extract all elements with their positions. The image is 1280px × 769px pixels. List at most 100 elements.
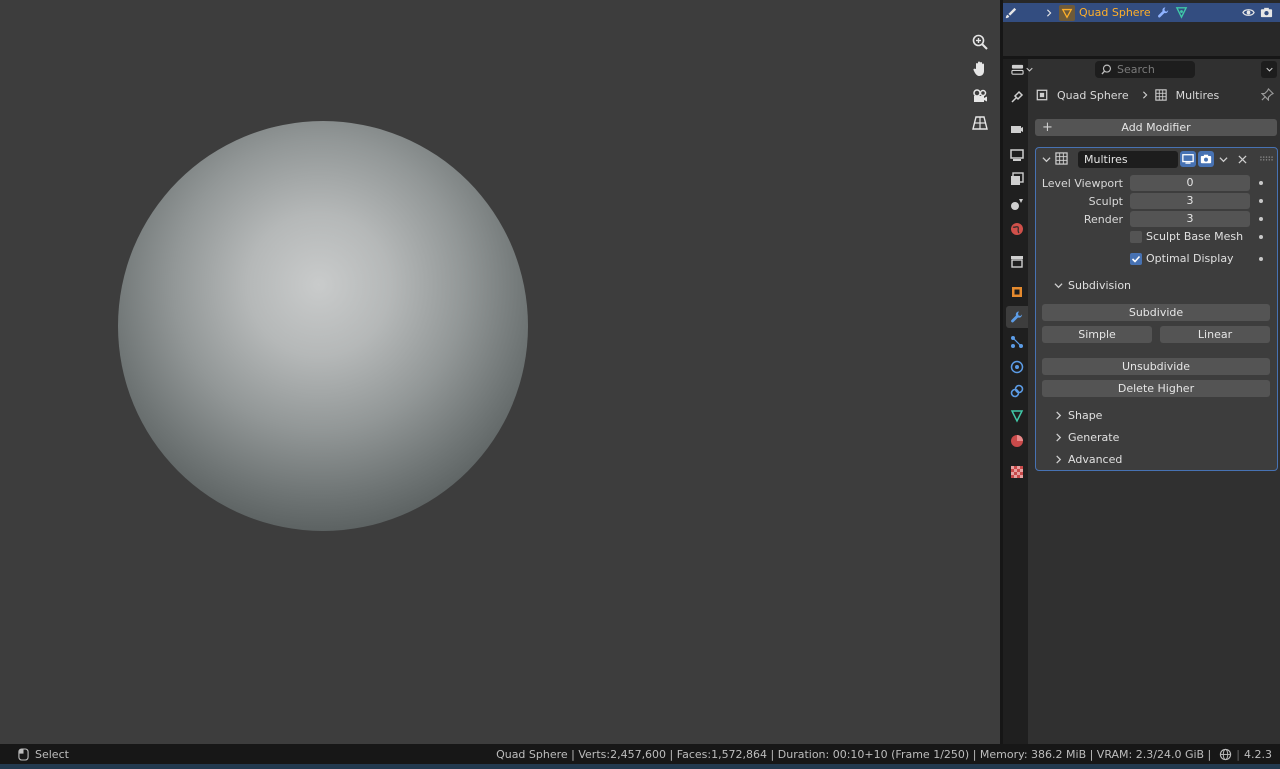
multires-modifier-icon (1154, 89, 1167, 101)
close-icon[interactable] (1238, 155, 1247, 164)
unsubdivide-button[interactable]: Unsubdivide (1042, 358, 1270, 375)
3d-viewport[interactable] (0, 0, 1000, 744)
tab-output[interactable] (1006, 144, 1028, 166)
eye-icon[interactable] (1240, 5, 1256, 21)
sculpt-level-label: Sculpt (1088, 195, 1123, 208)
properties-main: Search Quad Sphere Multires + Add Modifi… (1011, 59, 1280, 744)
window-bottom-edge (0, 764, 1280, 769)
chevron-right-icon (1056, 455, 1062, 464)
status-bar: Select Quad Sphere | Verts:2,457,600 | F… (0, 744, 1280, 764)
tab-scene[interactable] (1006, 193, 1028, 215)
scene-statistics: Quad Sphere | Verts:2,457,600 | Faces:1,… (496, 747, 1212, 761)
search-icon (1101, 64, 1112, 75)
breadcrumb-object: Quad Sphere (1057, 88, 1129, 102)
level-viewport-field[interactable]: 0 (1130, 175, 1250, 191)
options-dropdown-button[interactable] (1261, 61, 1277, 78)
render-camera-icon[interactable] (1258, 5, 1274, 21)
chevron-right-icon (1142, 91, 1148, 99)
show-in-viewport-toggle[interactable] (1180, 151, 1196, 167)
drag-handle-icon[interactable] (1260, 156, 1273, 162)
chevron-right-icon[interactable] (1041, 5, 1057, 21)
tab-tool[interactable] (1006, 86, 1028, 108)
modifier-name-field[interactable]: Multires (1078, 151, 1178, 168)
chevron-down-icon (1265, 67, 1273, 72)
multires-modifier-panel: Multires Level Viewport 0 Sculpt 3 Rende… (1035, 147, 1278, 471)
breadcrumb-modifier: Multires (1175, 88, 1220, 102)
render-level-field[interactable]: 3 (1130, 211, 1250, 227)
status-select-label: Select (35, 747, 69, 761)
plus-icon: + (1042, 120, 1053, 135)
status-right: Quad Sphere | Verts:2,457,600 | Faces:1,… (496, 747, 1272, 761)
optimal-display-checkbox[interactable] (1130, 253, 1142, 265)
camera-view-icon[interactable] (968, 84, 992, 108)
render-level-label: Render (1083, 213, 1123, 226)
add-modifier-button[interactable]: + Add Modifier (1035, 119, 1277, 136)
wrench-icon[interactable] (1155, 5, 1171, 21)
viewport-navigation-gizmos (968, 30, 992, 138)
chevron-right-icon (1056, 433, 1062, 442)
monitor-icon (1182, 154, 1194, 164)
tab-constraints[interactable] (1006, 380, 1028, 402)
shape-label: Shape (1068, 409, 1103, 422)
sculpt-level-field[interactable]: 3 (1130, 193, 1250, 209)
advanced-label: Advanced (1068, 453, 1123, 466)
tab-object-data[interactable] (1006, 405, 1028, 427)
properties-tabs (1003, 59, 1028, 744)
tab-modifiers[interactable] (1006, 306, 1028, 328)
optimal-display-label: Optimal Display (1146, 252, 1234, 265)
collapse-chevron-icon[interactable] (1042, 155, 1051, 164)
subdivision-label: Subdivision (1068, 279, 1132, 292)
properties-editor: Search Quad Sphere Multires + Add Modifi… (1003, 59, 1280, 744)
search-placeholder: Search (1117, 63, 1155, 76)
zoom-icon[interactable] (968, 30, 992, 54)
brush-icon[interactable] (1003, 5, 1019, 21)
outliner-row-quad-sphere[interactable]: Quad Sphere (1003, 3, 1280, 22)
object-icon (1036, 89, 1048, 101)
tab-world[interactable] (1006, 218, 1028, 240)
chevron-right-icon (1056, 411, 1062, 420)
keyframe-dot-icon[interactable] (1259, 181, 1263, 185)
shape-subpanel-header[interactable]: Shape (1054, 409, 1102, 422)
simple-button[interactable]: Simple (1042, 326, 1152, 343)
keyframe-dot-icon[interactable] (1259, 199, 1263, 203)
delete-higher-button[interactable]: Delete Higher (1042, 380, 1270, 397)
pin-icon[interactable] (1261, 88, 1274, 101)
sculpt-base-mesh-checkbox[interactable] (1130, 231, 1142, 243)
tab-physics[interactable] (1006, 356, 1028, 378)
blender-version: 4.2.3 (1244, 747, 1272, 761)
tab-particles[interactable] (1006, 331, 1028, 353)
checkmark-icon (1131, 255, 1141, 263)
status-left: Select (18, 748, 69, 761)
pan-hand-icon[interactable] (968, 57, 992, 81)
editor-type-selector[interactable] (1011, 61, 1041, 78)
perspective-grid-icon[interactable] (968, 111, 992, 135)
tab-material[interactable] (1006, 430, 1028, 452)
tab-view-layer[interactable] (1006, 168, 1028, 190)
advanced-subpanel-header[interactable]: Advanced (1054, 453, 1122, 466)
subdivide-button[interactable]: Subdivide (1042, 304, 1270, 321)
chevron-down-icon (1054, 283, 1063, 289)
sculpt-base-mesh-label: Sculpt Base Mesh (1146, 230, 1244, 243)
mesh-data-icon[interactable] (1173, 5, 1189, 21)
tab-object[interactable] (1006, 281, 1028, 303)
tab-render[interactable] (1006, 118, 1028, 140)
tab-collection[interactable] (1006, 250, 1028, 272)
globe-icon (1220, 748, 1232, 760)
keyframe-dot-icon[interactable] (1259, 257, 1263, 261)
tab-texture[interactable] (1006, 461, 1028, 483)
show-in-render-toggle[interactable] (1198, 151, 1214, 167)
camera-icon (1200, 154, 1212, 164)
keyframe-dot-icon[interactable] (1259, 235, 1263, 239)
outliner-object-name[interactable]: Quad Sphere (1079, 6, 1151, 19)
subdivision-subpanel-header[interactable]: Subdivision (1054, 279, 1131, 292)
keyframe-dot-icon[interactable] (1259, 217, 1263, 221)
add-modifier-label: Add Modifier (1121, 121, 1191, 134)
level-viewport-label: Level Viewport (1041, 177, 1123, 190)
quad-sphere-mesh[interactable] (118, 121, 528, 531)
outliner: Quad Sphere (1003, 0, 1280, 56)
generate-subpanel-header[interactable]: Generate (1054, 431, 1119, 444)
chevron-down-icon[interactable] (1219, 155, 1228, 164)
multires-modifier-icon (1055, 152, 1068, 165)
linear-button[interactable]: Linear (1160, 326, 1270, 343)
properties-search-field[interactable]: Search (1095, 61, 1195, 78)
